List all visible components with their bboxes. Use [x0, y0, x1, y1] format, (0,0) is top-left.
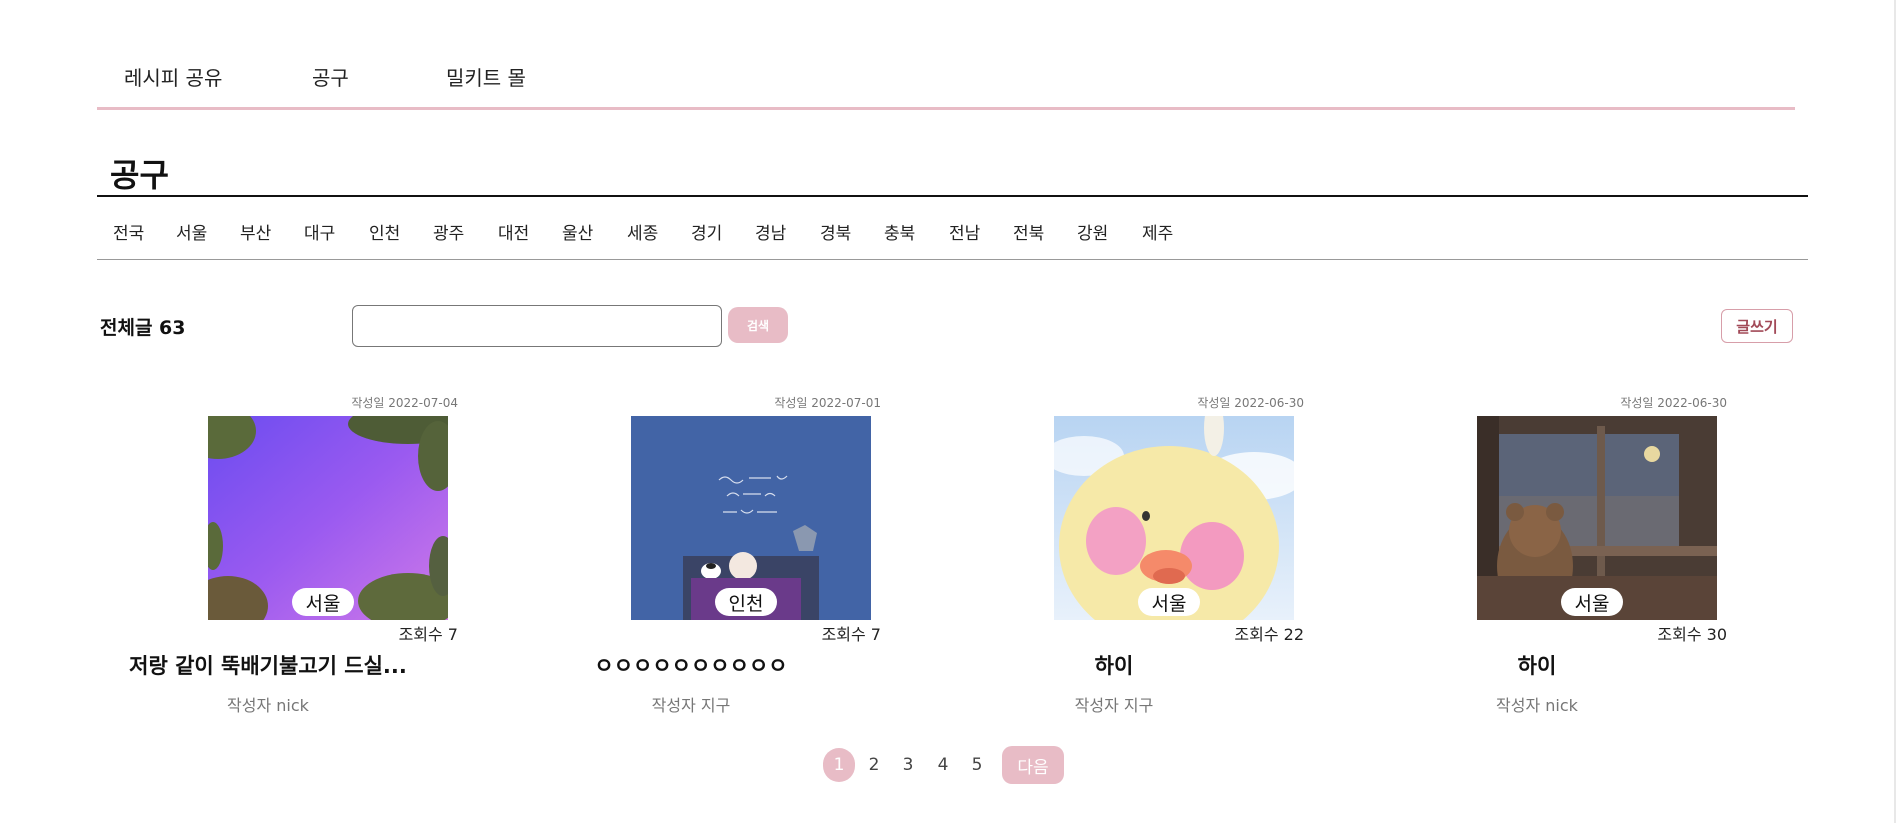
nav-recipe-share[interactable]: 레시피 공유	[124, 62, 222, 91]
page-4-button[interactable]: 4	[935, 748, 951, 782]
post-title[interactable]: 저랑 같이 뚝배기불고기 드실...	[118, 650, 458, 680]
page-1-button[interactable]: 1	[823, 748, 855, 782]
region-filter-item[interactable]: 제주	[1142, 219, 1173, 244]
region-filter-item[interactable]: 대전	[498, 219, 529, 244]
post-card[interactable]: 작성일 2022-07-04 서울 조회수 7 저랑 같이 뚝배기불고기 드실.…	[118, 392, 458, 722]
post-view-count: 조회수 7	[398, 625, 458, 644]
region-filter-item[interactable]: 경북	[820, 219, 851, 244]
region-filter-item[interactable]: 대구	[304, 219, 335, 244]
post-date: 작성일 2022-07-04	[351, 396, 458, 410]
region-filter-item[interactable]: 광주	[433, 219, 464, 244]
post-region-badge: 서울	[1561, 588, 1623, 616]
region-filter-item[interactable]: 세종	[627, 219, 658, 244]
search-input[interactable]	[352, 305, 722, 347]
page-title: 공구	[110, 156, 169, 194]
region-filter-item[interactable]: 경기	[691, 219, 722, 244]
region-filter-item[interactable]: 충북	[884, 219, 915, 244]
post-region-badge: 서울	[1138, 588, 1200, 616]
post-date: 작성일 2022-07-01	[774, 396, 881, 410]
post-date: 작성일 2022-06-30	[1197, 396, 1304, 410]
region-filter-item[interactable]: 전국	[113, 219, 144, 244]
post-view-count: 조회수 7	[821, 625, 881, 644]
region-filter-item[interactable]: 강원	[1077, 219, 1108, 244]
region-filter-bar: 전국 서울 부산 대구 인천 광주 대전 울산 세종 경기 경남 경북 충북 전…	[97, 197, 1808, 260]
search-button[interactable]: 검색	[728, 307, 788, 343]
total-post-count: 전체글 63	[100, 317, 186, 339]
post-author: 작성자 nick	[227, 696, 309, 715]
region-filter-item[interactable]: 전남	[949, 219, 980, 244]
post-author: 작성자 nick	[1496, 696, 1578, 715]
region-filter-item[interactable]: 전북	[1013, 219, 1044, 244]
page-5-button[interactable]: 5	[969, 748, 985, 782]
post-title[interactable]: 하이	[1387, 650, 1727, 680]
write-post-button[interactable]: 글쓰기	[1721, 309, 1793, 343]
post-title[interactable]: ㅇㅇㅇㅇㅇㅇㅇㅇㅇㅇ	[541, 650, 881, 680]
nav-group-buy[interactable]: 공구	[312, 62, 349, 91]
page-3-button[interactable]: 3	[900, 748, 916, 782]
region-filter-item[interactable]: 인천	[369, 219, 400, 244]
post-region-badge: 서울	[292, 588, 354, 616]
post-date: 작성일 2022-06-30	[1620, 396, 1727, 410]
top-navigation: 레시피 공유 공구 밀키트 몰	[97, 0, 1795, 110]
post-card[interactable]: 작성일 2022-07-01 인천 조회수 7 ㅇㅇㅇㅇㅇㅇㅇㅇㅇㅇ 작성자 지…	[541, 392, 881, 722]
region-filter-item[interactable]: 서울	[176, 219, 207, 244]
region-filter-item[interactable]: 경남	[755, 219, 786, 244]
region-filter-item[interactable]: 울산	[562, 219, 593, 244]
post-card[interactable]: 작성일 2022-06-30 서울 조회수 22 하이 작성자 지구	[964, 392, 1304, 722]
next-page-button[interactable]: 다음	[1002, 746, 1064, 784]
page-2-button[interactable]: 2	[866, 748, 882, 782]
post-author: 작성자 지구	[1074, 696, 1154, 715]
post-region-badge: 인천	[715, 588, 777, 616]
post-title[interactable]: 하이	[964, 650, 1304, 680]
post-author: 작성자 지구	[651, 696, 731, 715]
post-view-count: 조회수 30	[1657, 625, 1727, 644]
nav-mealkit-mall[interactable]: 밀키트 몰	[446, 62, 526, 91]
post-view-count: 조회수 22	[1234, 625, 1304, 644]
post-card[interactable]: 작성일 2022-06-30 서울 조회수 30 하이 작성자 nick	[1387, 392, 1727, 722]
region-filter-item[interactable]: 부산	[240, 219, 271, 244]
